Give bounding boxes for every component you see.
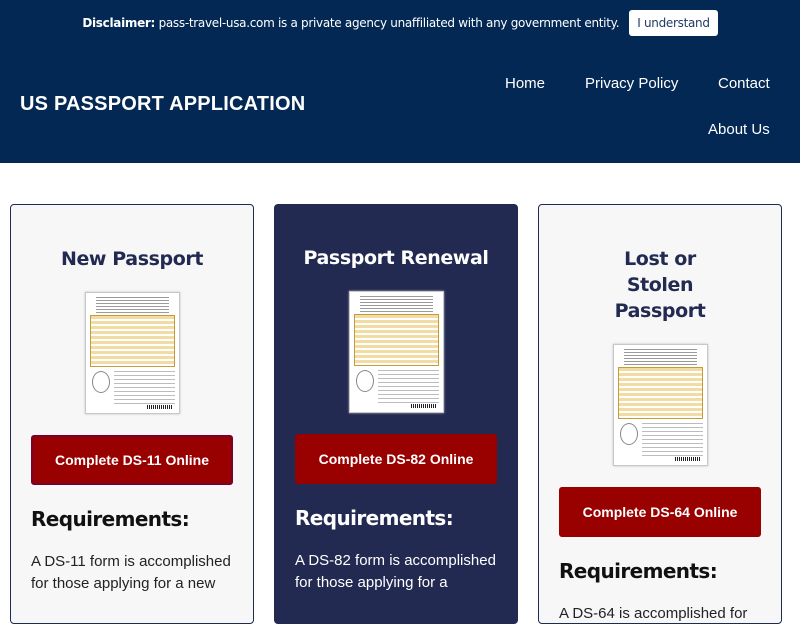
card-lost-stolen-passport: Lost or Stolen Passport Complete DS-64 O…: [538, 204, 782, 624]
disclaimer-bar: Disclaimer: pass-travel-usa.com is a pri…: [0, 10, 800, 36]
disclaimer-message: pass-travel-usa.com is a private agency …: [158, 16, 620, 30]
requirements-heading: Requirements:: [31, 507, 190, 531]
requirements-heading: Requirements:: [559, 559, 718, 583]
i-understand-button[interactable]: I understand: [629, 10, 718, 36]
site-title[interactable]: US PASSPORT APPLICATION: [20, 93, 305, 116]
requirements-text: A DS-11 form is accomplished for those a…: [31, 553, 231, 592]
nav-contact[interactable]: Contact: [718, 75, 770, 92]
card-title: New Passport: [60, 248, 204, 270]
disclaimer-label: Disclaimer:: [82, 16, 156, 30]
ds64-form-image: [612, 344, 708, 466]
site-header: Disclaimer: pass-travel-usa.com is a pri…: [0, 0, 800, 163]
nav-home[interactable]: Home: [505, 75, 545, 92]
complete-ds11-button[interactable]: Complete DS-11 Online: [31, 435, 233, 485]
card-passport-renewal: Passport Renewal Complete DS-82 Online R…: [274, 204, 518, 624]
ds11-form-image: [84, 292, 180, 414]
requirements-text: A DS-82 form is accomplished for those a…: [295, 552, 496, 591]
card-title: Lost or Stolen Passport: [614, 248, 706, 322]
nav-about-us[interactable]: About Us: [708, 121, 770, 138]
complete-ds82-button[interactable]: Complete DS-82 Online: [295, 434, 497, 484]
nav-privacy-policy[interactable]: Privacy Policy: [585, 75, 678, 92]
ds82-form-image: [348, 291, 444, 413]
card-title: Passport Renewal: [303, 247, 489, 269]
requirements-heading: Requirements:: [295, 506, 454, 530]
requirements-text: A DS-64 is accomplished for: [559, 605, 748, 622]
complete-ds64-button[interactable]: Complete DS-64 Online: [559, 487, 761, 537]
disclaimer-text: Disclaimer: pass-travel-usa.com is a pri…: [82, 16, 619, 30]
card-new-passport: New Passport Complete DS-11 Online Requi…: [10, 204, 254, 624]
